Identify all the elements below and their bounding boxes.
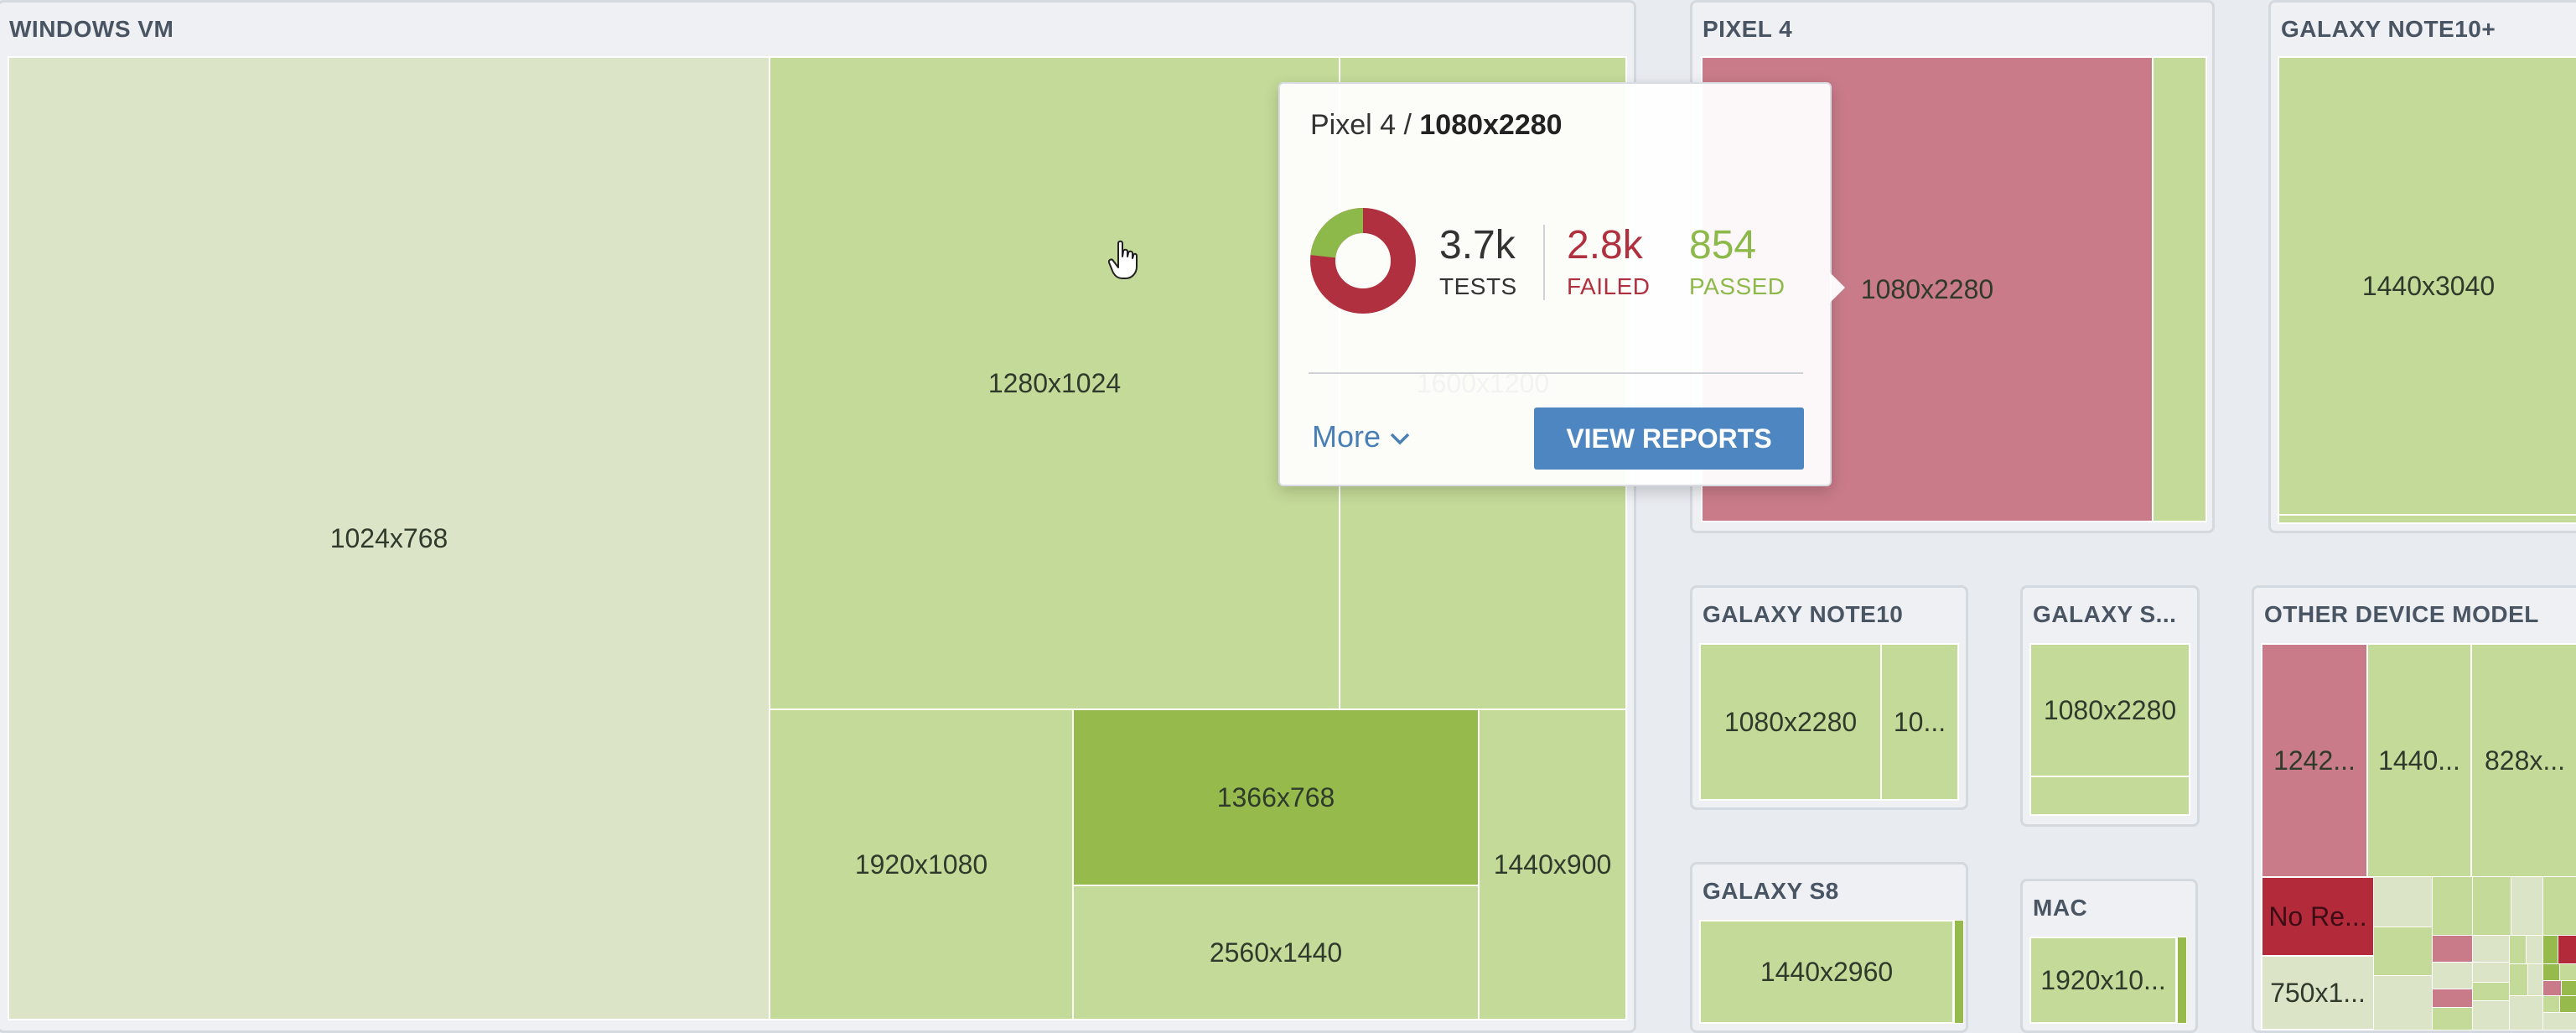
panel-title: MAC bbox=[2033, 895, 2088, 921]
hand-pointer-icon bbox=[1108, 240, 1138, 279]
treemap-cell-10[interactable]: 10... bbox=[1880, 643, 1959, 801]
treemap-cell-small[interactable] bbox=[2432, 962, 2474, 990]
treemap-cell-1920x1080[interactable]: 1920x1080 bbox=[769, 709, 1074, 1020]
treemap-cell-small[interactable] bbox=[2509, 963, 2529, 997]
failed-label: FAILED bbox=[1567, 273, 1651, 299]
panel-title: GALAXY S8 bbox=[1703, 878, 1839, 904]
failed-value: 2.8k bbox=[1567, 223, 1643, 267]
treemap-cell-2560x1440[interactable]: 2560x1440 bbox=[1072, 885, 1480, 1020]
treemap-cell-small[interactable] bbox=[2432, 935, 2474, 963]
treemap-cell-small[interactable] bbox=[2542, 1012, 2576, 1030]
passed-value: 854 bbox=[1689, 223, 1757, 267]
treemap-cell-828[interactable]: 828x... bbox=[2470, 643, 2576, 878]
more-dropdown[interactable]: More bbox=[1312, 419, 1411, 454]
treemap-cell-small[interactable] bbox=[2559, 995, 2576, 1014]
treemap-cell-small[interactable] bbox=[2152, 56, 2207, 522]
treemap-cell-1280x1024[interactable]: 1280x1024 bbox=[769, 56, 1340, 710]
failed-stat: 2.8k FAILED bbox=[1567, 225, 1650, 300]
treemap-cell-1440[interactable]: 1440... bbox=[2366, 643, 2472, 878]
treemap-cell-1024x768[interactable]: 1024x768 bbox=[8, 56, 770, 1020]
passed-label: PASSED bbox=[1689, 273, 1786, 299]
view-reports-button[interactable]: VIEW REPORTS bbox=[1534, 407, 1804, 470]
treemap-cell-small[interactable] bbox=[2527, 963, 2544, 997]
panel-other-device-model: OTHER DEVICE MODEL 1242... 1440... 828x.… bbox=[2252, 585, 2576, 1033]
treemap-cell-750[interactable]: 750x1... bbox=[2261, 955, 2375, 1030]
treemap-cell-small[interactable] bbox=[2472, 1000, 2511, 1030]
treemap-cell-1440x3040[interactable]: 1440x3040 bbox=[2278, 56, 2576, 516]
tooltip-resolution: 1080x2280 bbox=[1419, 109, 1563, 141]
treemap-cell-small[interactable] bbox=[2542, 963, 2561, 982]
donut-chart bbox=[1310, 208, 1416, 314]
treemap-cell-1242[interactable]: 1242... bbox=[2261, 643, 2368, 878]
treemap-cell-small[interactable] bbox=[2558, 935, 2576, 965]
treemap-cell-small[interactable] bbox=[2432, 989, 2474, 1009]
panel-title: WINDOWS VM bbox=[9, 16, 174, 42]
tests-stat: 3.7k TESTS bbox=[1439, 225, 1517, 300]
treemap-cell-small[interactable] bbox=[2177, 937, 2187, 1024]
treemap-cell-small[interactable] bbox=[2373, 975, 2433, 1030]
treemap-cell-small[interactable] bbox=[2542, 980, 2563, 997]
panel-galaxy-s8: GALAXY S8 1440x2960 bbox=[1690, 862, 1968, 1033]
treemap-cell-small[interactable] bbox=[2542, 995, 2561, 1014]
treemap-cell-small[interactable] bbox=[2472, 962, 2511, 984]
panel-title: GALAXY S... bbox=[2033, 601, 2177, 627]
chevron-down-icon bbox=[1390, 433, 1410, 445]
panel-title: GALAXY NOTE10+ bbox=[2281, 16, 2496, 42]
treemap-cell-small[interactable] bbox=[1954, 920, 1964, 1024]
treemap-cell-1440x900[interactable]: 1440x900 bbox=[1478, 709, 1627, 1020]
treemap-cell-small[interactable] bbox=[2278, 514, 2576, 524]
tooltip-device: Pixel 4 / bbox=[1310, 109, 1420, 141]
treemap-cell-small[interactable] bbox=[2561, 980, 2576, 997]
treemap-cell-small[interactable] bbox=[2432, 876, 2474, 937]
treemap-cell-1440x2960[interactable]: 1440x2960 bbox=[1699, 920, 1954, 1024]
tooltip-divider bbox=[1309, 372, 1803, 374]
treemap-cell-small[interactable] bbox=[2472, 982, 2511, 1002]
treemap-cell-small[interactable] bbox=[2526, 935, 2544, 965]
panel-galaxy-s: GALAXY S... 1080x2280 bbox=[2020, 585, 2200, 827]
treemap-cell-small[interactable] bbox=[2542, 876, 2576, 937]
passed-stat: 854 PASSED bbox=[1689, 225, 1786, 300]
panel-galaxy-note10: GALAXY NOTE10 1080x2280 10... bbox=[1690, 585, 1968, 810]
tooltip-title: Pixel 4 / 1080x2280 bbox=[1310, 109, 1563, 142]
treemap-cell-small[interactable] bbox=[2509, 995, 2544, 1030]
treemap-cell-1080x2280[interactable]: 1080x2280 bbox=[2029, 643, 2190, 777]
treemap-cell-1920x1080[interactable]: 1920x10... bbox=[2029, 937, 2177, 1024]
tooltip-arrow bbox=[1830, 273, 1845, 303]
treemap-cell-no-resolution[interactable]: No Re... bbox=[2261, 876, 2375, 957]
more-label: More bbox=[1312, 419, 1381, 454]
treemap-cell-small[interactable] bbox=[2029, 776, 2190, 816]
treemap-cell-small[interactable] bbox=[2373, 876, 2433, 928]
treemap-cell-small[interactable] bbox=[2373, 927, 2433, 977]
treemap-cell-1366x768[interactable]: 1366x768 bbox=[1072, 709, 1480, 886]
tests-value: 3.7k bbox=[1439, 223, 1516, 267]
treemap-cell-small[interactable] bbox=[2472, 935, 2511, 963]
treemap-cell-small[interactable] bbox=[2432, 1007, 2474, 1030]
tooltip-card: Pixel 4 / 1080x2280 3.7k TESTS 2.8k FAIL… bbox=[1278, 82, 1845, 486]
treemap-cell-small[interactable] bbox=[2472, 876, 2512, 937]
panel-mac: MAC 1920x10... bbox=[2020, 879, 2198, 1033]
panel-title: GALAXY NOTE10 bbox=[1703, 601, 1904, 627]
treemap-cell-small[interactable] bbox=[2542, 935, 2559, 965]
panel-galaxy-note10-plus: GALAXY NOTE10+ 1440x3040 bbox=[2268, 0, 2576, 533]
stat-divider bbox=[1543, 225, 1545, 300]
panel-title: OTHER DEVICE MODEL bbox=[2264, 601, 2539, 627]
treemap-cell-small[interactable] bbox=[2559, 963, 2576, 982]
panel-title: PIXEL 4 bbox=[1703, 16, 1793, 42]
tests-label: TESTS bbox=[1439, 273, 1517, 299]
treemap-cell-small[interactable] bbox=[2509, 935, 2527, 965]
treemap-cell-1080x2280[interactable]: 1080x2280 bbox=[1699, 643, 1882, 801]
treemap-cell-small[interactable] bbox=[2511, 876, 2544, 937]
